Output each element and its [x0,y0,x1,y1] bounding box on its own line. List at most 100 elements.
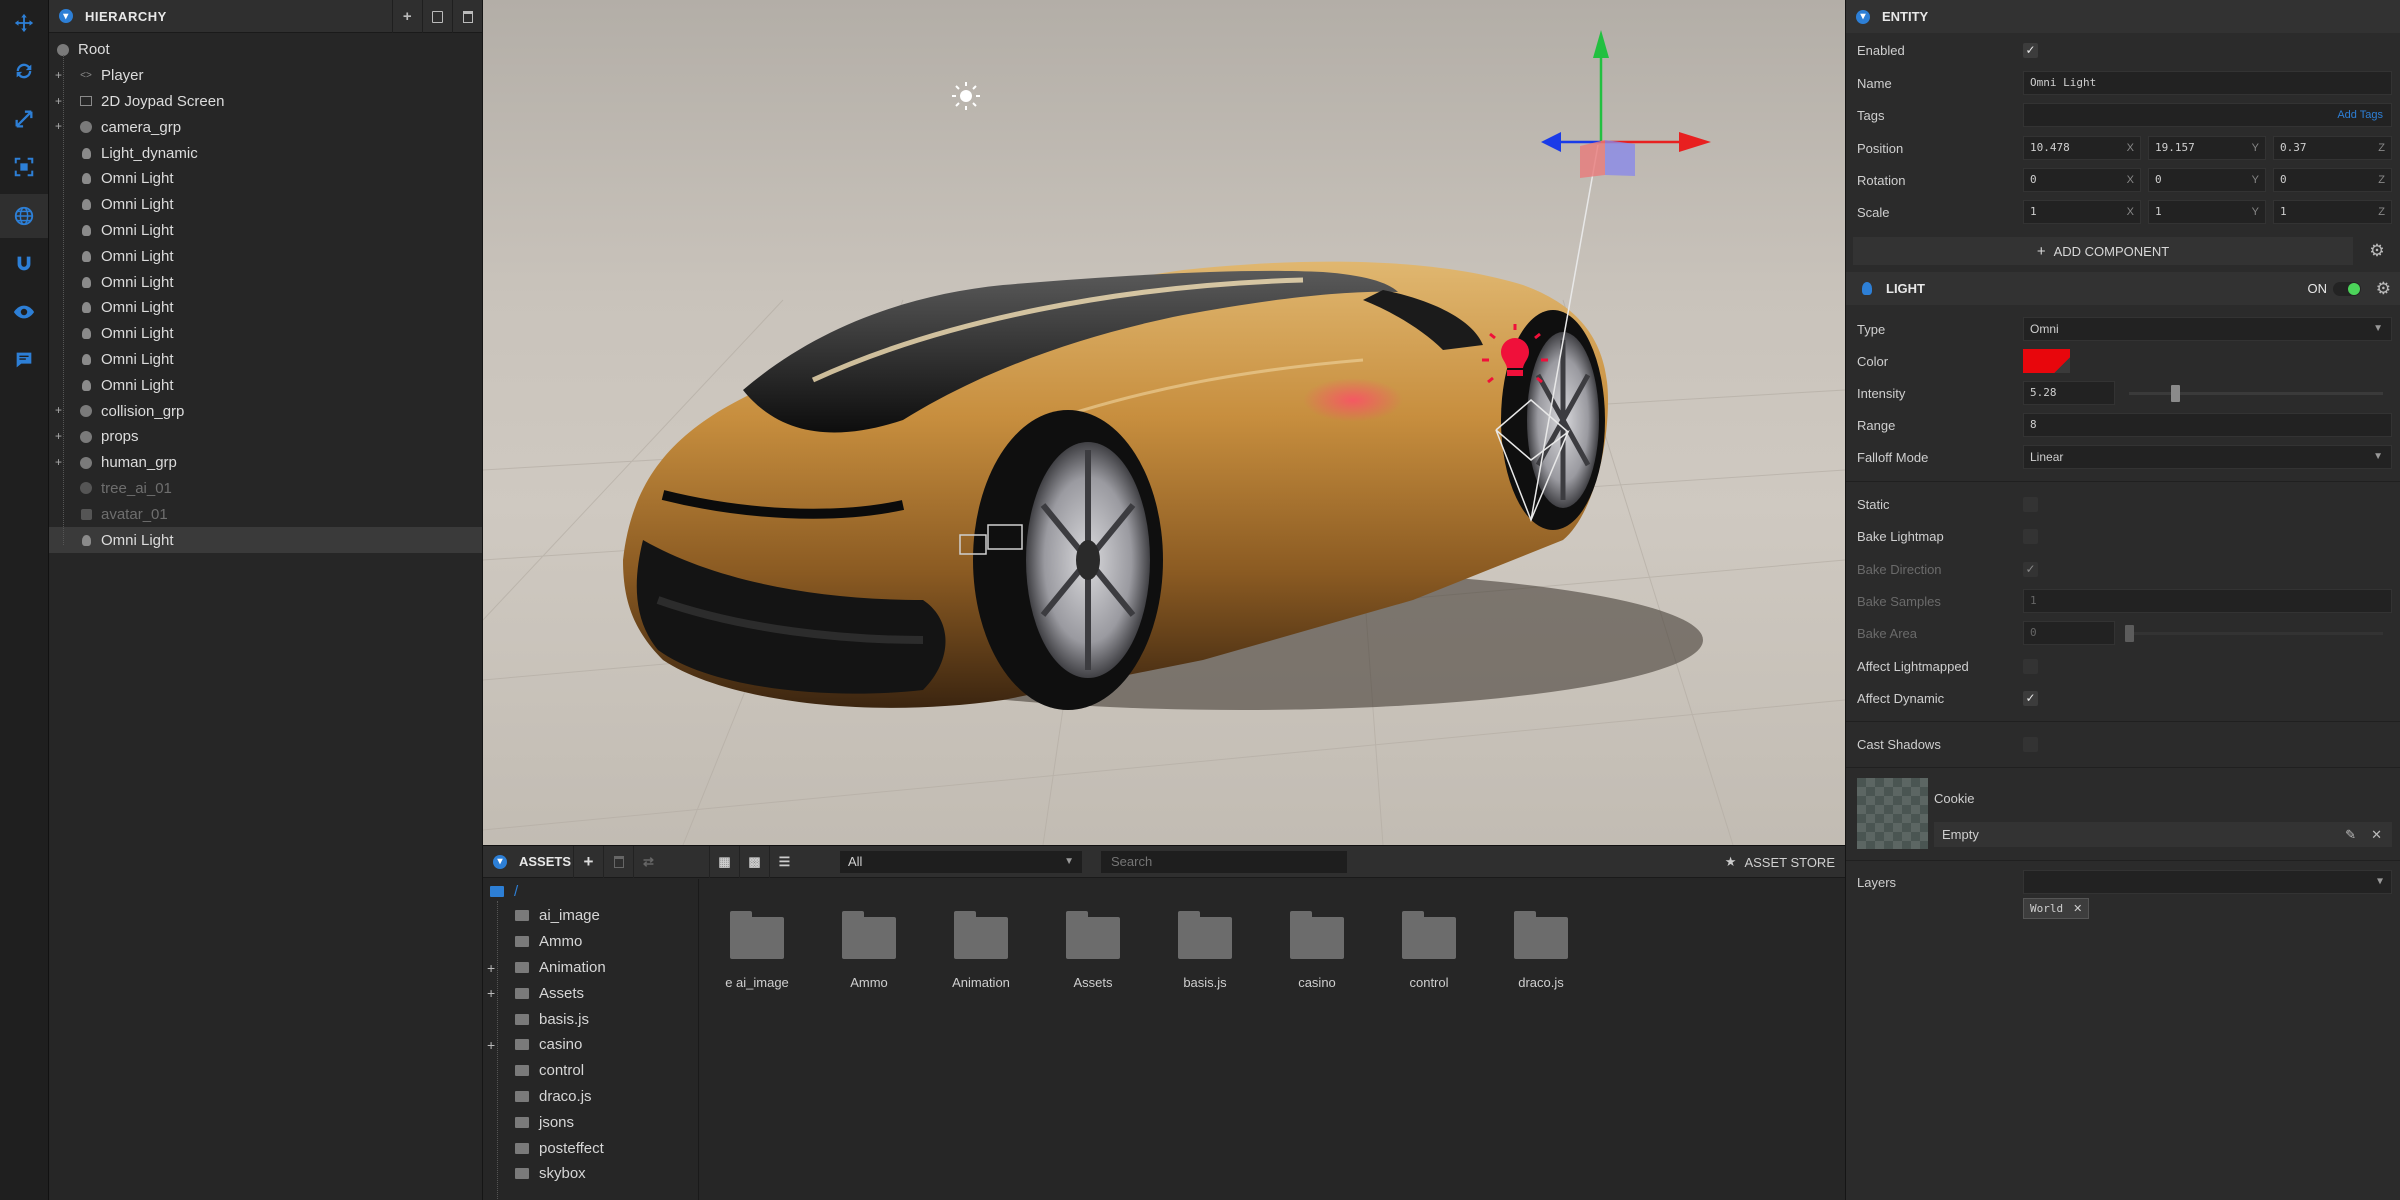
view-small-grid-button[interactable]: ▦ [709,846,739,878]
expand-icon[interactable]: + [487,960,495,976]
resize-tool[interactable] [0,145,48,189]
add-tags-link[interactable]: Add Tags [2337,104,2383,126]
asset-grid-item[interactable]: Animation [931,903,1031,990]
position-z-field[interactable]: 0.37 Z [2273,136,2392,160]
position-y-field[interactable]: 19.157 Y [2148,136,2266,160]
asset-grid-item[interactable]: basis.js [1155,903,1255,990]
intensity-slider-handle[interactable] [2170,385,2180,402]
duplicate-entity-button[interactable] [422,0,452,33]
hierarchy-item[interactable]: Omni Light [49,321,482,347]
view-tool[interactable] [0,290,48,334]
asset-folder-item[interactable]: Ammo [483,929,698,955]
tags-field[interactable]: Add Tags [2023,103,2392,127]
scale-x-field[interactable]: 1X [2023,200,2141,224]
asset-grid-item[interactable]: e ai_image [707,903,807,990]
light-enabled-toggle[interactable] [2333,281,2361,296]
hierarchy-item[interactable]: Omni Light [49,372,482,398]
asset-grid-item[interactable]: casino [1267,903,1367,990]
hierarchy-item[interactable]: Omni Light [49,243,482,269]
asset-folder-item[interactable]: ai_image [483,903,698,929]
asset-folder-item[interactable]: + Assets [483,980,698,1006]
expand-icon[interactable]: + [487,985,495,1001]
hierarchy-item[interactable]: Omni Light [49,192,482,218]
intensity-slider-track[interactable] [2129,385,2383,402]
gear-icon[interactable]: ⚙ [2376,279,2391,299]
position-x-field[interactable]: 10.478 X [2023,136,2141,160]
color-swatch[interactable] [2023,349,2070,373]
asset-grid-item[interactable]: draco.js [1491,903,1591,990]
cast-shadows-checkbox[interactable] [2023,736,2038,752]
hierarchy-item[interactable]: + props [49,424,482,450]
type-select[interactable]: Omni ▼ [2023,317,2392,341]
scene-viewport[interactable] [483,0,1845,845]
add-component-button[interactable]: + ADD COMPONENT [1853,237,2353,265]
hierarchy-item[interactable]: Light_dynamic [49,140,482,166]
hierarchy-item[interactable]: + camera_grp [49,114,482,140]
asset-folder-item[interactable]: + casino [483,1032,698,1058]
hierarchy-item[interactable]: Omni Light [49,347,482,373]
hierarchy-item[interactable]: + <> Player [49,63,482,89]
reference-button[interactable]: ⇄ [633,846,663,878]
hierarchy-item[interactable]: Root [49,37,482,63]
cookie-asset-field[interactable]: Empty ✎ ✕ [1934,822,2392,847]
add-asset-button[interactable]: + [573,846,603,878]
edit-icon[interactable]: ✎ [2345,822,2356,847]
asset-folder-item[interactable]: jsons [483,1109,698,1135]
range-field[interactable]: 8 [2023,413,2392,437]
hierarchy-item[interactable]: tree_ai_01 [49,476,482,502]
scale-tool[interactable] [0,97,48,141]
translate-gizmo[interactable] [1541,30,1711,178]
rotation-x-field[interactable]: 0X [2023,168,2141,192]
expand-icon[interactable]: + [487,1037,495,1053]
bake-lightmap-checkbox[interactable] [2023,528,2038,544]
affect-lightmapped-checkbox[interactable] [2023,658,2038,674]
view-list-button[interactable]: ☰ [769,846,799,878]
layers-select[interactable]: ▼ [2023,870,2392,894]
delete-entity-button[interactable] [452,0,482,33]
falloff-select[interactable]: Linear ▼ [2023,445,2392,469]
collapse-icon[interactable]: ▾ [493,854,507,869]
hierarchy-item[interactable]: Omni Light [49,295,482,321]
static-checkbox[interactable] [2023,496,2038,512]
directional-light-gizmo[interactable] [952,82,980,110]
move-tool[interactable] [0,1,48,45]
hierarchy-item[interactable]: Omni Light [49,269,482,295]
enabled-checkbox[interactable]: ✓ [2023,42,2038,58]
asset-folder-item[interactable]: draco.js [483,1084,698,1110]
root-folder[interactable]: / [483,879,698,903]
asset-store-button[interactable]: ★ ASSET STORE [1725,846,1835,878]
chat-tool[interactable] [0,338,48,382]
hierarchy-item[interactable]: Omni Light [49,218,482,244]
asset-grid-item[interactable]: Assets [1043,903,1143,990]
collapse-icon[interactable]: ▾ [1856,9,1870,24]
delete-asset-button[interactable] [603,846,633,878]
hierarchy-item[interactable]: avatar_01 [49,501,482,527]
rotation-y-field[interactable]: 0Y [2148,168,2266,192]
scale-z-field[interactable]: 1Z [2273,200,2392,224]
name-field[interactable]: Omni Light [2023,71,2392,95]
asset-filter-select[interactable]: All ▼ [840,851,1082,873]
asset-folder-item[interactable]: skybox [483,1161,698,1187]
rotate-tool[interactable] [0,49,48,93]
asset-folder-item[interactable]: control [483,1058,698,1084]
asset-folder-item[interactable]: basis.js [483,1006,698,1032]
close-icon[interactable]: ✕ [2371,822,2382,847]
world-tool[interactable] [0,194,48,238]
asset-search-input[interactable] [1101,851,1347,873]
add-entity-button[interactable]: + [392,0,422,33]
collapse-icon[interactable]: ▾ [59,9,73,23]
affect-dynamic-checkbox[interactable]: ✓ [2023,690,2038,706]
scale-y-field[interactable]: 1Y [2148,200,2266,224]
snap-tool[interactable] [0,242,48,286]
cookie-thumbnail[interactable] [1857,778,1928,849]
intensity-field[interactable]: 5.28 [2023,381,2115,405]
asset-grid-item[interactable]: control [1379,903,1479,990]
asset-grid-item[interactable]: Ammo [819,903,919,990]
asset-folder-item[interactable]: posteffect [483,1135,698,1161]
hierarchy-item[interactable]: + human_grp [49,450,482,476]
close-icon[interactable]: ✕ [2073,902,2082,915]
hierarchy-item[interactable]: + collision_grp [49,398,482,424]
hierarchy-item[interactable]: Omni Light [49,527,482,553]
view-large-grid-button[interactable]: ▩ [739,846,769,878]
hierarchy-item[interactable]: Omni Light [49,166,482,192]
